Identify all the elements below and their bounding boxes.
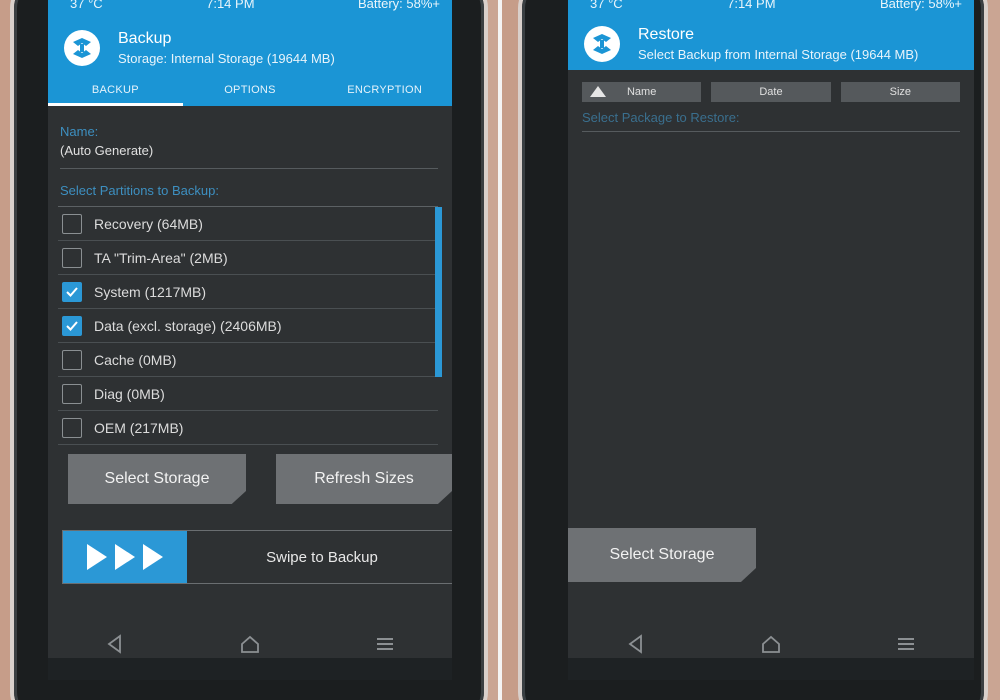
home-icon[interactable] bbox=[239, 633, 261, 655]
phone-frame: 37 °C 7:14 PM Battery: 58%+ Backup Stora… bbox=[14, 0, 484, 700]
twrp-backup-screen: 37 °C 7:14 PM Battery: 58%+ Backup Stora… bbox=[48, 0, 452, 680]
backup-screenshot: 37 °C 7:14 PM Battery: 58%+ Backup Stora… bbox=[0, 0, 498, 700]
partition-row-diag[interactable]: Diag (0MB) bbox=[58, 377, 438, 411]
name-label: Name: bbox=[60, 124, 99, 139]
select-storage-button[interactable]: Select Storage bbox=[568, 528, 756, 582]
storage-subtitle: Select Backup from Internal Storage (196… bbox=[638, 47, 919, 62]
bottom-edge bbox=[48, 658, 452, 680]
checkbox-icon bbox=[62, 349, 82, 370]
checkbox-icon bbox=[62, 213, 82, 234]
sort-date-label: Date bbox=[759, 86, 783, 98]
status-bar: 37 °C 7:14 PM Battery: 58%+ bbox=[568, 0, 974, 18]
tab-encryption[interactable]: ENCRYPTION bbox=[317, 78, 452, 106]
checkbox-icon bbox=[62, 417, 82, 438]
teamwin-logo-icon bbox=[64, 30, 100, 66]
checkbox-checked-icon bbox=[62, 315, 82, 336]
restore-screenshot: 37 °C 7:14 PM Battery: 58%+ Restore Sele… bbox=[502, 0, 1000, 700]
package-list[interactable] bbox=[582, 148, 960, 518]
status-time: 7:14 PM bbox=[727, 0, 776, 11]
sort-by-name-button[interactable]: Name bbox=[582, 82, 702, 102]
page-title: Backup bbox=[118, 30, 172, 47]
sort-bar: Name Date Size bbox=[568, 70, 974, 102]
status-time: 7:14 PM bbox=[206, 0, 255, 11]
teamwin-logo-icon bbox=[584, 26, 620, 62]
tab-options[interactable]: OPTIONS bbox=[183, 78, 318, 106]
partition-label: Data (excl. storage) (2406MB) bbox=[94, 317, 282, 334]
partition-row-data[interactable]: Data (excl. storage) (2406MB) bbox=[58, 309, 438, 343]
sort-size-label: Size bbox=[889, 86, 912, 98]
tab-backup[interactable]: BACKUP bbox=[48, 78, 183, 106]
checkbox-icon bbox=[62, 383, 82, 404]
partition-row-system[interactable]: System (1217MB) bbox=[58, 275, 438, 309]
page-title: Restore bbox=[638, 26, 695, 43]
partition-label: Cache (0MB) bbox=[94, 351, 177, 368]
partition-list: Recovery (64MB) TA "Trim-Area" (2MB) Sys… bbox=[58, 206, 442, 445]
storage-subtitle: Storage: Internal Storage (19644 MB) bbox=[118, 51, 335, 66]
status-temperature: 37 °C bbox=[590, 0, 623, 11]
swipe-label: Swipe to Backup bbox=[266, 548, 378, 566]
play-arrow-icon bbox=[143, 544, 163, 570]
home-icon[interactable] bbox=[760, 633, 782, 655]
menu-icon[interactable] bbox=[374, 633, 396, 655]
partition-label: System (1217MB) bbox=[94, 283, 207, 300]
twrp-restore-screen: 37 °C 7:14 PM Battery: 58%+ Restore Sele… bbox=[568, 0, 974, 680]
swipe-handle[interactable] bbox=[63, 531, 187, 583]
partition-scrollbar[interactable] bbox=[435, 207, 442, 377]
sort-by-size-button[interactable]: Size bbox=[840, 82, 960, 102]
partition-row-oem[interactable]: OEM (217MB) bbox=[58, 411, 438, 445]
status-bar: 37 °C 7:14 PM Battery: 58%+ bbox=[48, 0, 452, 18]
bottom-edge bbox=[568, 658, 974, 680]
partitions-label: Select Partitions to Backup: bbox=[60, 183, 219, 198]
partition-row-recovery[interactable]: Recovery (64MB) bbox=[58, 207, 438, 241]
partition-label: Diag (0MB) bbox=[94, 385, 165, 402]
phone-frame: 37 °C 7:14 PM Battery: 58%+ Restore Sele… bbox=[522, 0, 984, 700]
tab-bar: BACKUP OPTIONS ENCRYPTION bbox=[48, 78, 452, 106]
checkbox-checked-icon bbox=[62, 281, 82, 302]
select-storage-button[interactable]: Select Storage bbox=[68, 454, 246, 504]
package-list-label: Select Package to Restore: bbox=[582, 110, 960, 132]
play-arrow-icon bbox=[115, 544, 135, 570]
partition-label: Recovery (64MB) bbox=[94, 215, 203, 232]
partition-label: OEM (217MB) bbox=[94, 419, 184, 436]
status-battery: Battery: 58%+ bbox=[879, 0, 962, 11]
page-header: Backup Storage: Internal Storage (19644 … bbox=[48, 18, 452, 78]
backup-content: Name: (Auto Generate) Select Partitions … bbox=[48, 106, 452, 445]
sort-name-label: Name bbox=[626, 86, 657, 98]
partition-row-cache[interactable]: Cache (0MB) bbox=[58, 343, 438, 377]
page-header: Restore Select Backup from Internal Stor… bbox=[568, 18, 974, 70]
back-icon[interactable] bbox=[104, 633, 126, 655]
backup-name-field[interactable]: (Auto Generate) bbox=[60, 139, 438, 169]
sort-ascending-icon bbox=[590, 86, 606, 97]
sort-by-date-button[interactable]: Date bbox=[711, 82, 831, 102]
menu-icon[interactable] bbox=[895, 633, 917, 655]
play-arrow-icon bbox=[87, 544, 107, 570]
swipe-to-backup-slider[interactable]: Swipe to Backup bbox=[62, 530, 452, 584]
status-temperature: 37 °C bbox=[70, 0, 103, 11]
partition-row-ta[interactable]: TA "Trim-Area" (2MB) bbox=[58, 241, 438, 275]
back-icon[interactable] bbox=[625, 633, 647, 655]
checkbox-icon bbox=[62, 247, 82, 268]
status-battery: Battery: 58%+ bbox=[357, 0, 440, 11]
refresh-sizes-button[interactable]: Refresh Sizes bbox=[276, 454, 452, 504]
partition-label: TA "Trim-Area" (2MB) bbox=[94, 249, 228, 266]
